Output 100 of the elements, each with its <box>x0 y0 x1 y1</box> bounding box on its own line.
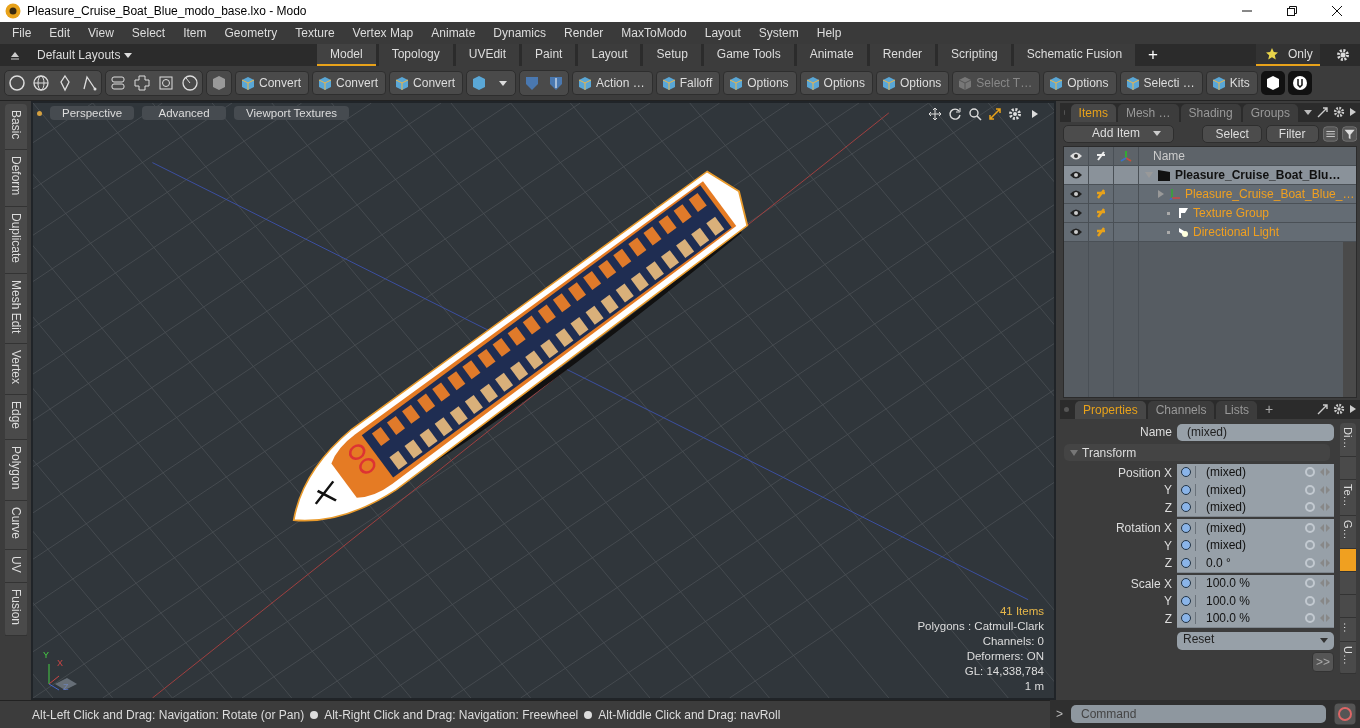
play-icon[interactable] <box>1350 404 1356 414</box>
panel-tab[interactable]: Shading <box>1180 104 1241 122</box>
expand-icon[interactable] <box>988 107 1002 121</box>
scrollbar[interactable] <box>1343 242 1356 397</box>
toolbar-button[interactable]: Options <box>723 71 797 95</box>
toolbar-button[interactable]: Convert <box>312 71 387 95</box>
menu-item[interactable]: View <box>79 26 123 40</box>
toolbar-button[interactable]: Options <box>799 71 873 95</box>
viewport[interactable]: Perspective Advanced Viewport Textures 41 Items Polygons : Catmull-Clark Channels: 0 Deformers: ON GL: 14,338,784 1 m Y X Z <box>31 101 1056 700</box>
play-icon[interactable] <box>1350 107 1356 117</box>
menu-item[interactable]: Geometry <box>215 26 287 40</box>
settings-icon[interactable] <box>1333 403 1345 415</box>
expand-icon[interactable] <box>1317 403 1328 415</box>
settings-icon[interactable] <box>1008 107 1022 121</box>
caret-icon[interactable] <box>123 53 132 59</box>
engine-logo-icon[interactable] <box>1287 71 1312 95</box>
command-field[interactable]: Command <box>1071 705 1326 723</box>
search-icon[interactable] <box>968 107 982 121</box>
add-item-button[interactable]: Add Item <box>1063 125 1175 143</box>
layout-tab[interactable]: Topology <box>378 44 453 66</box>
eye-icon[interactable] <box>1069 227 1083 237</box>
panel-tab[interactable]: Items <box>1070 104 1116 122</box>
layout-tab[interactable]: Setup <box>643 44 701 66</box>
filter-button[interactable]: Filter <box>1265 125 1319 143</box>
list-options-icon[interactable] <box>1322 125 1338 143</box>
side-tab[interactable]: Fusion <box>5 583 27 637</box>
side-tab[interactable]: Basic <box>5 104 27 151</box>
caret-icon[interactable] <box>1304 108 1312 116</box>
toolbar-button[interactable]: Convert <box>235 71 310 95</box>
expand-icon[interactable] <box>1317 106 1328 118</box>
menu-item[interactable]: Render <box>555 26 613 40</box>
side-tab[interactable]: Curve <box>5 500 27 550</box>
move-icon[interactable] <box>928 107 942 121</box>
reset-dropdown[interactable]: Reset <box>1177 631 1334 650</box>
menu-item[interactable]: Edit <box>40 26 80 40</box>
layout-tab[interactable]: Render <box>869 44 936 66</box>
side-tab[interactable]: Di… <box>1340 423 1356 458</box>
side-tab[interactable]: UV <box>5 549 27 584</box>
add-tab-button[interactable]: + <box>1259 401 1280 419</box>
panel-tab[interactable]: Properties <box>1075 401 1146 419</box>
layout-tab[interactable]: Layout <box>578 44 641 66</box>
layout-tab[interactable]: Scripting <box>938 44 1011 66</box>
menu-item[interactable]: Texture <box>286 26 344 40</box>
layout-tab[interactable]: Game Tools <box>703 44 794 66</box>
cube-icon[interactable] <box>1260 71 1285 95</box>
toolbar-button[interactable]: Action … <box>572 71 653 95</box>
panel-tab[interactable]: Groups <box>1242 104 1298 122</box>
caret-icon[interactable] <box>1153 131 1162 137</box>
panel-tab[interactable]: Lists <box>1216 401 1258 419</box>
side-tab[interactable]: Deform <box>5 150 27 207</box>
menu-item[interactable]: MaxToModo <box>612 26 696 40</box>
toolbar-button[interactable]: Convert <box>389 71 464 95</box>
column-header[interactable]: Name <box>1139 149 1185 163</box>
side-tab[interactable]: Edge <box>5 395 27 441</box>
viewport-tab[interactable]: Perspective <box>50 106 135 120</box>
side-tab[interactable]: U… <box>1340 641 1356 674</box>
layout-tab[interactable]: UVEdit <box>455 44 520 66</box>
toolbar-button[interactable]: Options <box>1043 71 1117 95</box>
record-icon[interactable] <box>1334 703 1356 725</box>
side-tab[interactable]: Te… <box>1340 480 1356 516</box>
eye-icon[interactable] <box>1069 151 1083 161</box>
menu-item[interactable]: File <box>3 26 41 40</box>
panel-tab[interactable]: Channels <box>1147 401 1215 419</box>
menu-item[interactable]: Select <box>122 26 175 40</box>
settings-icon[interactable] <box>1333 106 1345 118</box>
side-tab[interactable]: Mesh Edit <box>5 273 27 345</box>
viewport-tab[interactable]: Advanced <box>142 106 227 120</box>
menu-item[interactable]: Help <box>807 26 851 40</box>
side-tab[interactable]: Polygon <box>5 440 27 501</box>
menu-item[interactable]: Layout <box>695 26 750 40</box>
menu-item[interactable]: Vertex Map <box>343 26 423 40</box>
add-tab-button[interactable]: + <box>1138 44 1169 66</box>
only-toggle[interactable]: Only <box>1256 44 1320 66</box>
panel-tab[interactable]: Mesh … <box>1117 104 1179 122</box>
menu-item[interactable]: System <box>749 26 808 40</box>
viewport-tab[interactable]: Viewport Textures <box>234 106 350 120</box>
eye-icon[interactable] <box>1069 189 1083 199</box>
eye-icon[interactable] <box>1069 208 1083 218</box>
toolbar-button[interactable]: Selecti … <box>1119 71 1203 95</box>
toolbar-button[interactable]: Kits <box>1205 71 1258 95</box>
name-field[interactable]: (mixed) <box>1177 423 1334 441</box>
layout-tab[interactable]: Animate <box>796 44 867 66</box>
layout-tab[interactable]: Schematic Fusion <box>1013 44 1136 66</box>
select-button[interactable]: Select <box>1202 125 1262 143</box>
rotate-icon[interactable] <box>948 107 962 121</box>
toolbar-button[interactable]: Falloff <box>655 71 721 95</box>
maximize-icon[interactable] <box>1286 5 1298 17</box>
settings-icon[interactable] <box>1336 48 1350 62</box>
toolbar-button[interactable]: Options <box>875 71 950 95</box>
side-tab[interactable]: Vertex <box>5 344 27 396</box>
caret-icon[interactable] <box>1320 637 1328 644</box>
menu-item[interactable]: Animate <box>422 26 485 40</box>
side-tab[interactable]: Duplicate <box>5 206 27 274</box>
eye-icon[interactable] <box>1069 170 1083 180</box>
layouts-dropdown[interactable]: Default Layouts <box>37 48 317 62</box>
side-tab[interactable]: … <box>1340 617 1356 642</box>
close-icon[interactable] <box>1331 5 1343 17</box>
section-header[interactable]: Transform <box>1064 444 1330 461</box>
layout-tab[interactable]: Paint <box>522 44 576 66</box>
menu-item[interactable]: Item <box>174 26 216 40</box>
